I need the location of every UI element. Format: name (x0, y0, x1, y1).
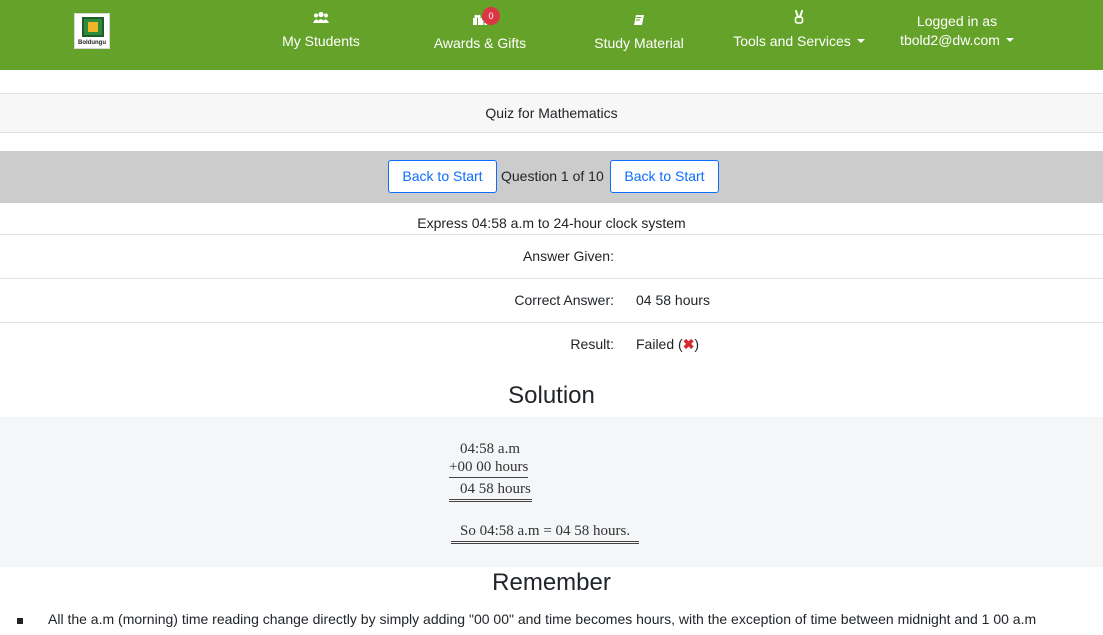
logo-text: Boldungu (78, 40, 106, 46)
solution-line-1: 04:58 a.m (460, 441, 520, 457)
remember-heading: Remember (492, 569, 611, 596)
correct-answer-row: Correct Answer: 04 58 hours (0, 279, 1103, 323)
list-bullet-icon (17, 618, 23, 624)
result-label: Result: (570, 336, 614, 352)
nav-study-material-label: Study Material (594, 35, 684, 51)
result-value: Failed (✖) (636, 336, 699, 353)
user-email: tbold2@dw.com (900, 32, 1000, 48)
quiz-title: Quiz for Mathematics (0, 93, 1103, 133)
solution-line-2: +00 00 hours (449, 459, 529, 478)
gifts-icon (431, 13, 529, 31)
hand-peace-icon (729, 10, 869, 28)
question-text: Express 04:58 a.m to 24-hour clock syste… (0, 203, 1103, 235)
solution-line-4: So 04:58 a.m = 04 58 hours. (451, 523, 640, 544)
nav-tools-services-label: Tools and Services (729, 33, 869, 49)
correct-answer-label: Correct Answer: (514, 292, 614, 308)
chevron-down-icon (1005, 38, 1014, 42)
result-row: Result: Failed (✖) (0, 323, 1103, 367)
nav-awards-gifts[interactable]: 0 Awards & Gifts (431, 7, 529, 51)
failed-x-icon: ✖ (682, 336, 695, 352)
back-to-start-button-left[interactable]: Back to Start (388, 160, 497, 193)
brand-logo[interactable]: Boldungu (74, 13, 110, 49)
back-to-start-button-right[interactable]: Back to Start (610, 160, 719, 193)
nav-my-students-label: My Students (282, 33, 360, 49)
answer-given-row: Answer Given: (0, 235, 1103, 279)
top-navbar: Boldungu My Students 0 Awards & Gifts St… (0, 0, 1103, 70)
chevron-down-icon (856, 39, 865, 43)
solution-line-3: 04 58 hours (449, 481, 532, 502)
nav-my-students[interactable]: My Students (279, 11, 363, 49)
logged-in-as-label: Logged in as (916, 13, 998, 29)
answer-given-label: Answer Given: (522, 248, 614, 264)
nav-awards-gifts-label: Awards & Gifts (433, 35, 527, 51)
user-account-dropdown[interactable]: Logged in as tbold2@dw.com (896, 13, 1018, 48)
nav-tools-services-text: Tools and Services (733, 33, 851, 49)
solution-box: 04:58 a.m +00 00 hours 04 58 hours So 04… (0, 417, 1103, 567)
result-text: Failed ( (636, 336, 683, 352)
nav-tools-services-dropdown[interactable]: Tools and Services (729, 10, 869, 49)
book-icon (591, 13, 687, 31)
correct-answer-value: 04 58 hours (636, 292, 710, 308)
nav-study-material[interactable]: Study Material (591, 13, 687, 51)
question-counter: Question 1 of 10 (501, 168, 604, 184)
solution-heading: Solution (508, 382, 595, 409)
result-close: ) (694, 336, 700, 352)
user-email-label: tbold2@dw.com (896, 32, 1018, 48)
list-item: All the a.m (morning) time reading chang… (48, 611, 1037, 627)
question-navigation-bar: Back to Start Question 1 of 10 Back to S… (0, 151, 1103, 203)
logo-cube-icon (82, 17, 104, 37)
awards-count-badge: 0 (482, 7, 500, 25)
users-icon (279, 11, 363, 29)
